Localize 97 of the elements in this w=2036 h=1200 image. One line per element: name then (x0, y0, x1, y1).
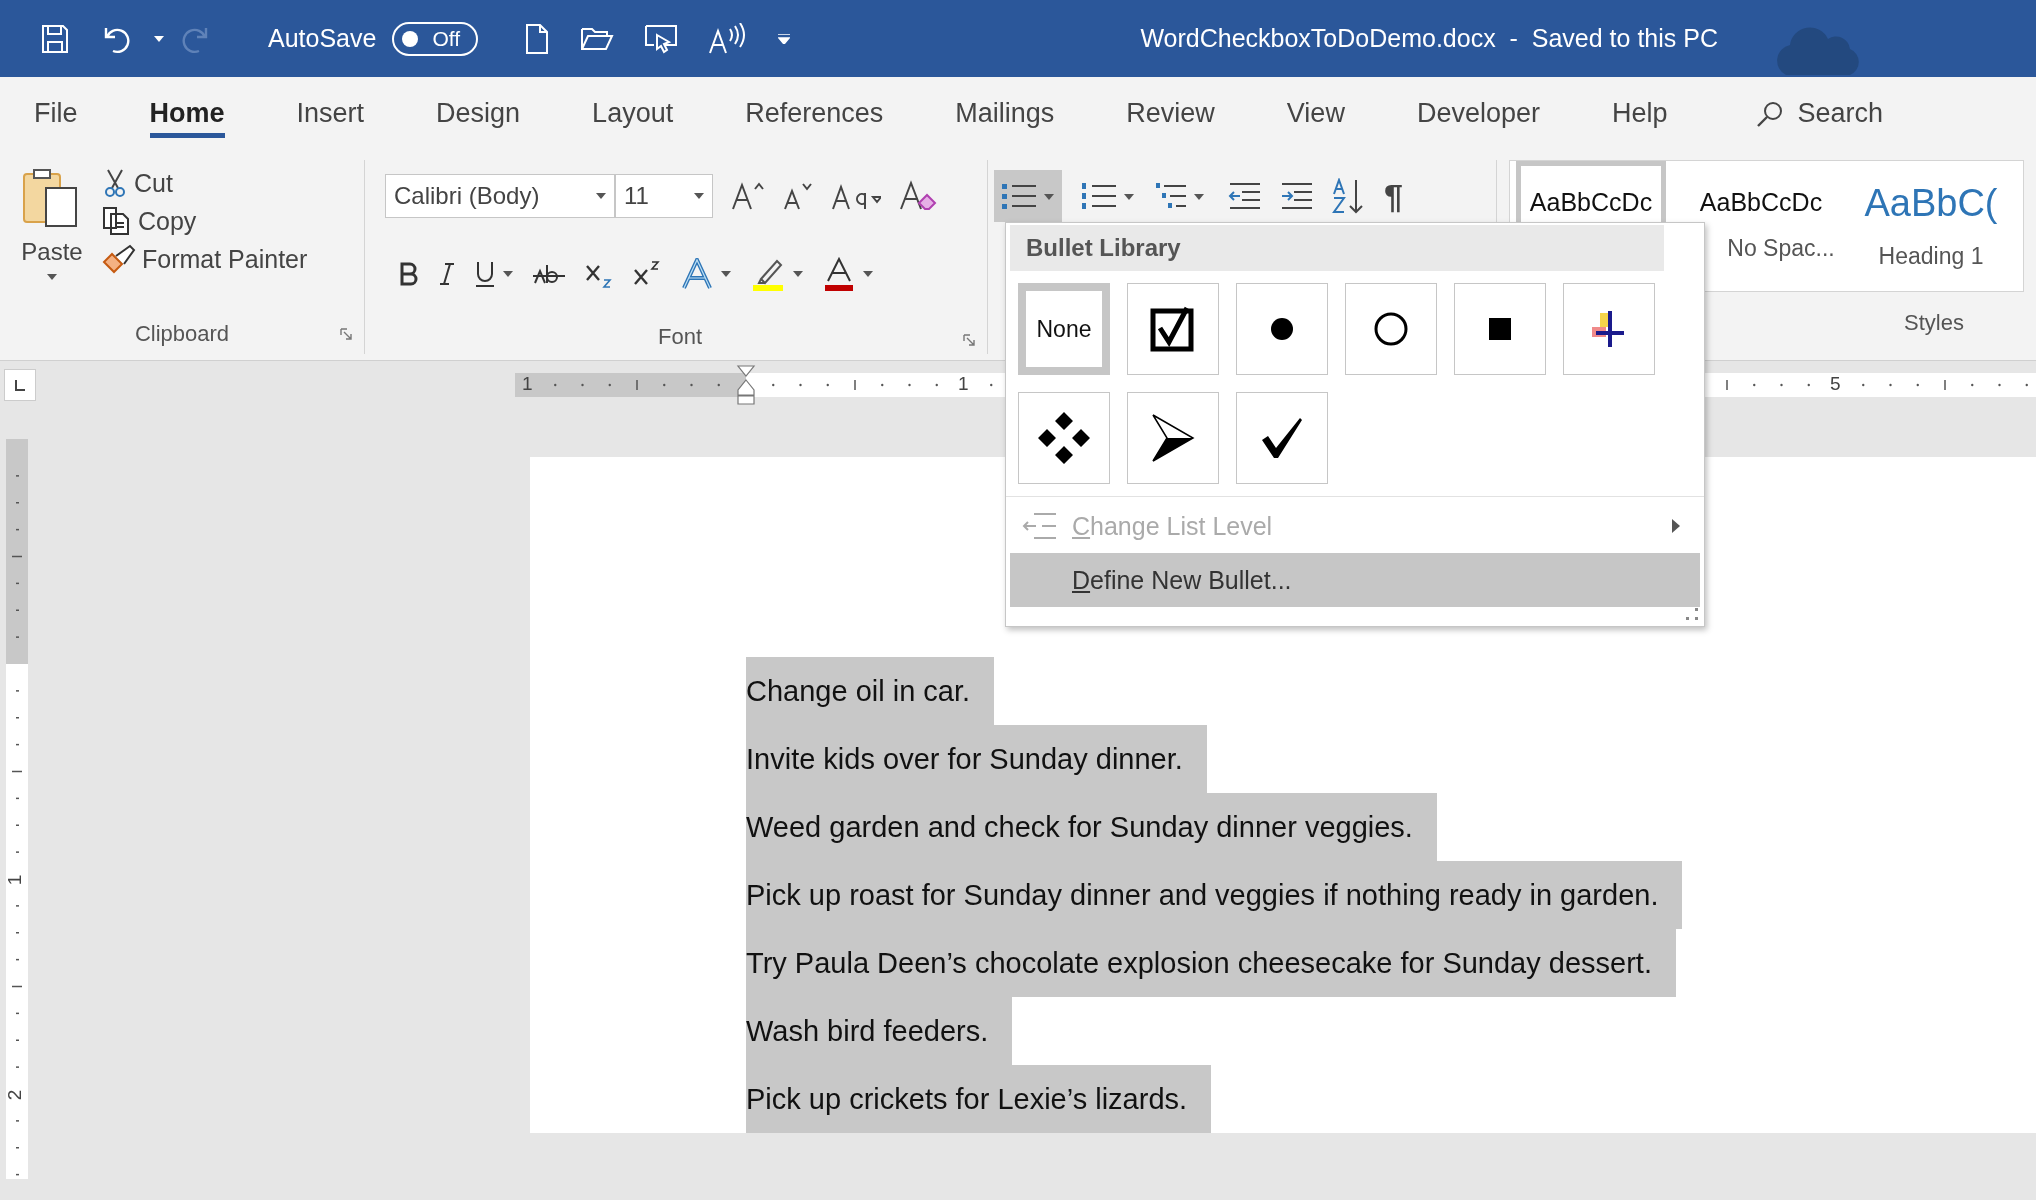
italic-icon[interactable] (439, 262, 455, 286)
list-item-text: Invite kids over for Sunday dinner. (746, 725, 1207, 793)
list-item-text: Change oil in car. (746, 657, 995, 725)
bullets-button[interactable] (994, 170, 1062, 222)
decrease-indent-icon[interactable] (1228, 182, 1262, 210)
ribbon-tab[interactable]: Design (412, 89, 545, 138)
bullet-option[interactable] (1236, 392, 1328, 484)
clear-formatting-icon[interactable] (899, 179, 937, 213)
ribbon-tab[interactable]: Review (1102, 89, 1239, 138)
ruler-number: 1 (958, 373, 969, 395)
autosave-label: AutoSave (268, 24, 377, 53)
ruler-number: 1 (4, 874, 27, 886)
scissors-icon (102, 168, 128, 198)
ribbon-tab[interactable]: View (1262, 89, 1369, 138)
paste-button[interactable]: Paste (12, 160, 92, 314)
list-item-text: Weed garden and check for Sunday dinner veggies. (746, 793, 1437, 861)
group-label: Font (658, 324, 702, 350)
presentation-icon[interactable] (644, 22, 679, 55)
ribbon-tab[interactable]: Help (1587, 89, 1692, 138)
bullet-option[interactable] (1236, 283, 1328, 375)
numbering-icon[interactable] (1080, 181, 1136, 211)
ribbon-tab[interactable]: References (721, 89, 908, 138)
caret-icon (694, 193, 704, 199)
ruler-number: 1 (522, 373, 533, 395)
text-effects-icon[interactable] (681, 258, 713, 290)
sort-icon[interactable] (1332, 178, 1366, 214)
bold-icon[interactable] (399, 262, 419, 286)
save-icon[interactable] (40, 22, 70, 55)
bullet-option[interactable] (1127, 392, 1219, 484)
ribbon-tab[interactable]: File (10, 89, 102, 138)
ribbon-tab[interactable]: Mailings (931, 89, 1079, 138)
colored-cross-icon (1592, 309, 1626, 349)
caret-icon[interactable] (863, 271, 873, 277)
checkbox-icon (1150, 306, 1196, 352)
dialog-launcher-icon[interactable] (340, 328, 352, 340)
list-item-text: Pick up roast for Sunday dinner and veggies if nothing ready in garden. (746, 861, 1683, 929)
caret-icon[interactable] (503, 271, 513, 277)
ribbon-tab[interactable]: Insert (272, 89, 389, 138)
caret-icon[interactable] (793, 271, 803, 277)
hollow-circle-icon (1374, 312, 1408, 346)
caret-icon[interactable] (154, 35, 164, 42)
paintbrush-icon (102, 244, 136, 274)
caret-icon (47, 274, 57, 280)
menu-heading: Bullet Library (1010, 225, 1664, 271)
ruler-number: 2 (4, 1089, 27, 1101)
bulleted-list-icon (1000, 181, 1056, 211)
font-name-field[interactable]: Calibri (Body) (385, 174, 615, 218)
style-item[interactable]: AaBbCcDc No Spac... (1676, 161, 1846, 291)
show-marks-button[interactable]: ¶ (1384, 176, 1403, 216)
ribbon-tab[interactable]: Developer (1392, 89, 1564, 138)
list-item-text: Try Paula Deen’s chocolate explosion cheesecake for Sunday dessert. (746, 929, 1676, 997)
ribbon-tab[interactable]: Home (149, 89, 225, 138)
list-level-icon (1022, 512, 1058, 540)
format-painter-button[interactable]: Format Painter (102, 244, 308, 274)
autosave-toggle[interactable]: Off (392, 21, 479, 56)
group-label: Clipboard (134, 321, 230, 347)
highlighter-icon[interactable] (751, 257, 785, 291)
bullet-option[interactable] (1127, 283, 1219, 375)
window-title: WordCheckboxToDoDemo.docx - Saved to this PC (1140, 24, 1718, 53)
group-label: Styles (1904, 310, 1964, 336)
arrowhead-icon (1151, 413, 1195, 463)
list-item-text: Wash bird feeders. (746, 997, 1013, 1065)
dialog-launcher-icon[interactable] (963, 334, 975, 346)
ribbon-tab[interactable]: Layout (568, 89, 698, 138)
new-document-icon[interactable] (524, 22, 551, 55)
left-tab-icon (13, 378, 27, 392)
square-icon (1489, 318, 1511, 340)
shrink-font-icon[interactable] (783, 181, 813, 211)
search-icon (1755, 99, 1784, 128)
font-color-icon[interactable] (823, 257, 855, 291)
cut-button[interactable]: Cut (102, 168, 308, 198)
list-item-text: Pick up crickets for Lexie’s lizards. (746, 1065, 1212, 1133)
indent-marker-icon[interactable] (736, 365, 756, 405)
style-item[interactable]: AaBbC( Heading 1 (1856, 161, 2006, 291)
increase-indent-icon[interactable] (1280, 182, 1314, 210)
bullet-option[interactable] (1454, 283, 1546, 375)
tab-selector[interactable] (4, 369, 36, 401)
grow-font-icon[interactable] (731, 181, 765, 211)
submenu-arrow-icon (1672, 519, 1680, 533)
four-diamonds-icon (1038, 412, 1090, 464)
bullet-option[interactable]: None (1018, 283, 1110, 375)
resize-grip-icon[interactable] (1686, 608, 1698, 620)
copy-icon (102, 206, 132, 236)
search-button[interactable]: Search (1755, 98, 1884, 129)
bullet-option[interactable] (1563, 283, 1655, 375)
bullet-option[interactable] (1345, 283, 1437, 375)
caret-icon[interactable] (721, 271, 731, 277)
menu-item[interactable]: Define New Bullet... (1010, 553, 1700, 607)
checkmark-icon (1260, 416, 1304, 460)
bullet-option[interactable] (1018, 392, 1110, 484)
customize-toolbar-icon[interactable] (778, 33, 791, 44)
underline-icon[interactable] (475, 260, 495, 288)
filled-circle-icon (1270, 317, 1294, 341)
caret-icon (596, 193, 606, 199)
ruler-number: 5 (1830, 373, 1841, 395)
font-size-field[interactable]: 11 (615, 174, 713, 218)
copy-button[interactable]: Copy (102, 206, 308, 236)
